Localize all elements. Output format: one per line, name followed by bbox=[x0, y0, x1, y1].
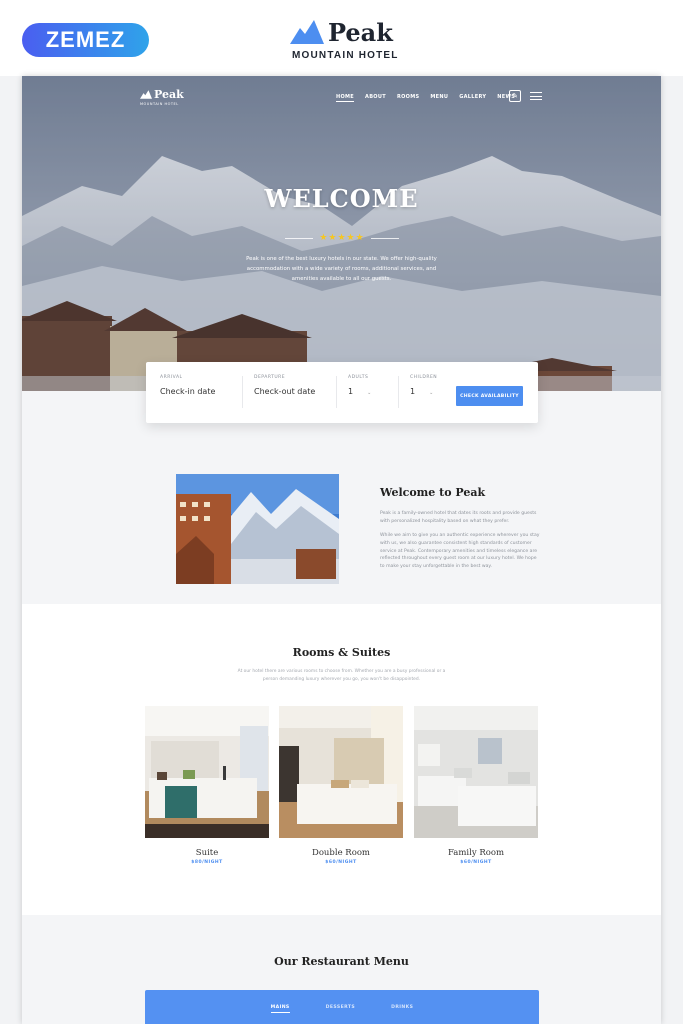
room-name: Family Room bbox=[447, 848, 505, 858]
children-label: CHILDREN bbox=[410, 375, 438, 380]
divider bbox=[398, 376, 399, 408]
room-card-double[interactable]: Double Room $60/NIGHT bbox=[279, 706, 403, 865]
room-name: Double Room bbox=[312, 848, 370, 858]
hero-intro-text: Peak is one of the best luxury hotels in… bbox=[246, 256, 437, 282]
zemez-badge[interactable]: ZEMEZ bbox=[22, 23, 149, 57]
rating-row: ★★★★★ bbox=[281, 232, 403, 244]
nav-item-rooms[interactable]: ROOMS bbox=[397, 94, 419, 102]
tab-desserts[interactable]: DESSERTS bbox=[326, 1005, 355, 1013]
check-availability-button[interactable]: CHECK AVAILABILITY bbox=[456, 386, 523, 406]
promo-header: ZEMEZ Peak MOUNTAIN HOTEL bbox=[0, 0, 683, 76]
booking-form: ARRIVAL Check-in date DEPARTURE Check-ou… bbox=[146, 362, 538, 423]
brand-logo: Peak MOUNTAIN HOTEL bbox=[290, 16, 400, 64]
adults-label: ADULTS bbox=[348, 375, 369, 380]
nav-item-gallery[interactable]: GALLERY bbox=[459, 94, 486, 102]
mountain-icon bbox=[140, 90, 152, 99]
children-value: 1 bbox=[410, 387, 416, 396]
nav-logo-name: Peak bbox=[154, 88, 184, 101]
main-nav: HOME ABOUT ROOMS MENU GALLERY NEWS bbox=[336, 94, 515, 102]
rooms-section: Rooms & Suites At our hotel there are va… bbox=[22, 604, 661, 915]
adults-field[interactable]: ADULTS 1 ⌄ bbox=[348, 375, 371, 396]
chevron-down-icon: ⌄ bbox=[367, 390, 372, 396]
divider bbox=[242, 376, 243, 408]
arrival-input[interactable]: Check-in date bbox=[160, 387, 215, 396]
room-image[interactable] bbox=[279, 706, 403, 838]
divider-line bbox=[285, 237, 314, 239]
adults-value: 1 bbox=[348, 387, 354, 396]
brand-subtitle: MOUNTAIN HOTEL bbox=[292, 50, 399, 61]
arrival-label: ARRIVAL bbox=[160, 375, 183, 380]
restaurant-menu-tabs: MAINS DESSERTS DRINKS bbox=[145, 990, 539, 1024]
rooms-subtitle: At our hotel there are various rooms to … bbox=[237, 669, 446, 682]
about-paragraph-1: Peak is a family-owned hotel that dates … bbox=[380, 511, 537, 524]
tab-mains[interactable]: MAINS bbox=[270, 1005, 290, 1013]
hamburger-menu-icon[interactable] bbox=[530, 92, 542, 103]
hero-title: WELCOME bbox=[264, 184, 419, 213]
mountain-icon bbox=[290, 20, 324, 44]
nav-item-about[interactable]: ABOUT bbox=[365, 94, 386, 102]
room-image[interactable] bbox=[414, 706, 538, 838]
edit-icon[interactable]: ✎ bbox=[509, 90, 521, 102]
arrival-field[interactable]: ARRIVAL Check-in date bbox=[160, 375, 215, 396]
room-price: $60/NIGHT bbox=[325, 860, 357, 865]
restaurant-title: Our Restaurant Menu bbox=[274, 955, 409, 968]
departure-input[interactable]: Check-out date bbox=[254, 387, 315, 396]
nav-logo-sub: MOUNTAIN HOTEL bbox=[140, 102, 179, 106]
star-rating-icon: ★★★★★ bbox=[319, 233, 365, 243]
brand-name: Peak bbox=[328, 18, 393, 47]
chevron-down-icon: ⌄ bbox=[429, 390, 434, 396]
about-title: Welcome to Peak bbox=[380, 486, 486, 499]
nav-logo[interactable]: Peak MOUNTAIN HOTEL bbox=[140, 88, 184, 106]
nav-item-home[interactable]: HOME bbox=[336, 94, 355, 102]
children-select[interactable]: 1 ⌄ bbox=[410, 387, 437, 396]
hero-section: Peak MOUNTAIN HOTEL HOME ABOUT ROOMS MEN… bbox=[22, 76, 661, 391]
divider-line bbox=[370, 237, 399, 239]
about-hotel-image bbox=[176, 474, 339, 584]
template-preview: Peak MOUNTAIN HOTEL HOME ABOUT ROOMS MEN… bbox=[22, 76, 661, 1024]
room-image[interactable] bbox=[145, 706, 269, 838]
departure-field[interactable]: DEPARTURE Check-out date bbox=[254, 375, 315, 396]
room-price: $80/NIGHT bbox=[191, 860, 223, 865]
room-price: $60/NIGHT bbox=[460, 860, 492, 865]
tab-drinks[interactable]: DRINKS bbox=[391, 1005, 413, 1013]
children-field[interactable]: CHILDREN 1 ⌄ bbox=[410, 375, 437, 396]
room-card-suite[interactable]: Suite $80/NIGHT bbox=[145, 706, 269, 865]
nav-item-menu[interactable]: MENU bbox=[430, 94, 448, 102]
room-name: Suite bbox=[195, 848, 219, 858]
about-paragraph-2: While we aim to give you an authentic ex… bbox=[380, 533, 540, 570]
room-card-family[interactable]: Family Room $60/NIGHT bbox=[414, 706, 538, 865]
adults-select[interactable]: 1 ⌄ bbox=[348, 387, 371, 396]
departure-label: DEPARTURE bbox=[254, 375, 286, 380]
rooms-title: Rooms & Suites bbox=[292, 646, 391, 659]
divider bbox=[336, 376, 337, 408]
